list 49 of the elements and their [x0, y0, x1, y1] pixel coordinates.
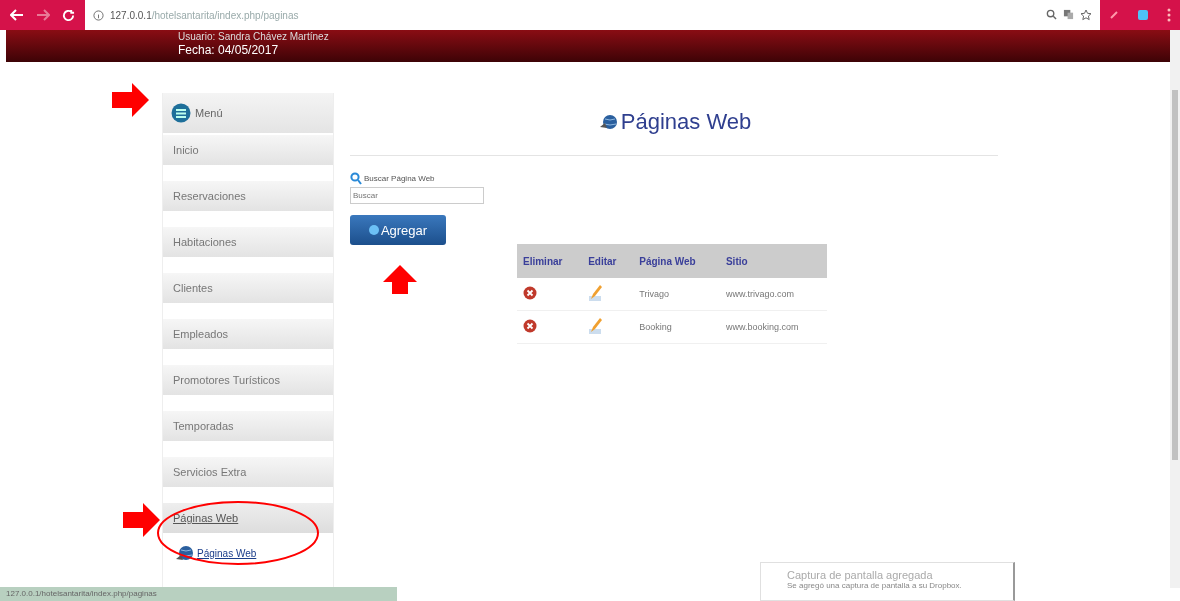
table-cell: www.booking.com: [719, 310, 827, 344]
menu-icon: [171, 103, 191, 123]
extension-icon[interactable]: [1109, 10, 1119, 20]
sidebar-item[interactable]: Servicios Extra: [163, 457, 333, 487]
search-icon: [350, 172, 362, 185]
add-button[interactable]: Agregar: [350, 215, 446, 245]
sidebar-item[interactable]: Empleados: [163, 319, 333, 349]
table-cell: Booking: [633, 310, 720, 344]
menu-icon[interactable]: [1167, 8, 1171, 22]
back-icon[interactable]: [10, 9, 24, 21]
table-cell: Trivago: [633, 278, 720, 311]
search-label: Buscar Página Web: [364, 174, 435, 183]
arrow-annotation: [123, 503, 160, 537]
globe-icon: [175, 545, 195, 561]
delete-icon[interactable]: [523, 319, 537, 333]
submenu-link[interactable]: Páginas Web: [197, 547, 257, 559]
column-header: Eliminar: [517, 244, 583, 278]
date-text: Fecha: 04/05/2017: [178, 43, 280, 58]
page-title: Páginas Web: [620, 109, 752, 135]
sidebar-item[interactable]: Páginas Web: [163, 503, 333, 533]
extension-icon[interactable]: [1137, 9, 1149, 21]
column-header: Sitio: [719, 244, 827, 278]
globe-icon: [598, 113, 619, 131]
delete-icon[interactable]: [523, 286, 537, 300]
sidebar-item[interactable]: Inicio: [163, 135, 333, 165]
sidebar-item[interactable]: Promotores Turísticos: [163, 365, 333, 395]
arrow-annotation: [112, 83, 149, 117]
menu-title: Menú: [195, 107, 223, 119]
column-header: Editar: [582, 244, 634, 278]
sidebar-item[interactable]: Habitaciones: [163, 227, 333, 257]
search-field[interactable]: Buscar: [350, 187, 484, 204]
url-text: 127.0.0.1/hotelsantarita/index.php/paginas: [110, 9, 300, 21]
star-icon[interactable]: [1080, 9, 1092, 21]
notification-title: Captura de pantalla agregada: [787, 569, 934, 581]
sidebar-item[interactable]: Reservaciones: [163, 181, 333, 211]
translate-icon[interactable]: [1063, 9, 1074, 20]
user-name: Usuario: Sandra Chávez Martínez: [178, 31, 329, 43]
sidebar-item[interactable]: Temporadas: [163, 411, 333, 441]
arrow-annotation: [383, 265, 417, 294]
info-icon: [93, 9, 104, 21]
search-icon[interactable]: [1046, 9, 1057, 20]
status-bar: 127.0.0.1/hotelsantarita/index.php/paginas: [0, 587, 397, 601]
notification-text: Se agregó una captura de pantalla a su Dropbox.: [787, 581, 963, 590]
reload-icon[interactable]: [62, 8, 75, 22]
column-header: Página Web: [633, 244, 720, 278]
scrollbar[interactable]: [1170, 30, 1180, 588]
address-bar[interactable]: 127.0.0.1/hotelsantarita/index.php/paginas: [85, 0, 1100, 30]
table-cell: www.trivago.com: [719, 278, 827, 311]
sidebar-item[interactable]: Clientes: [163, 273, 333, 303]
